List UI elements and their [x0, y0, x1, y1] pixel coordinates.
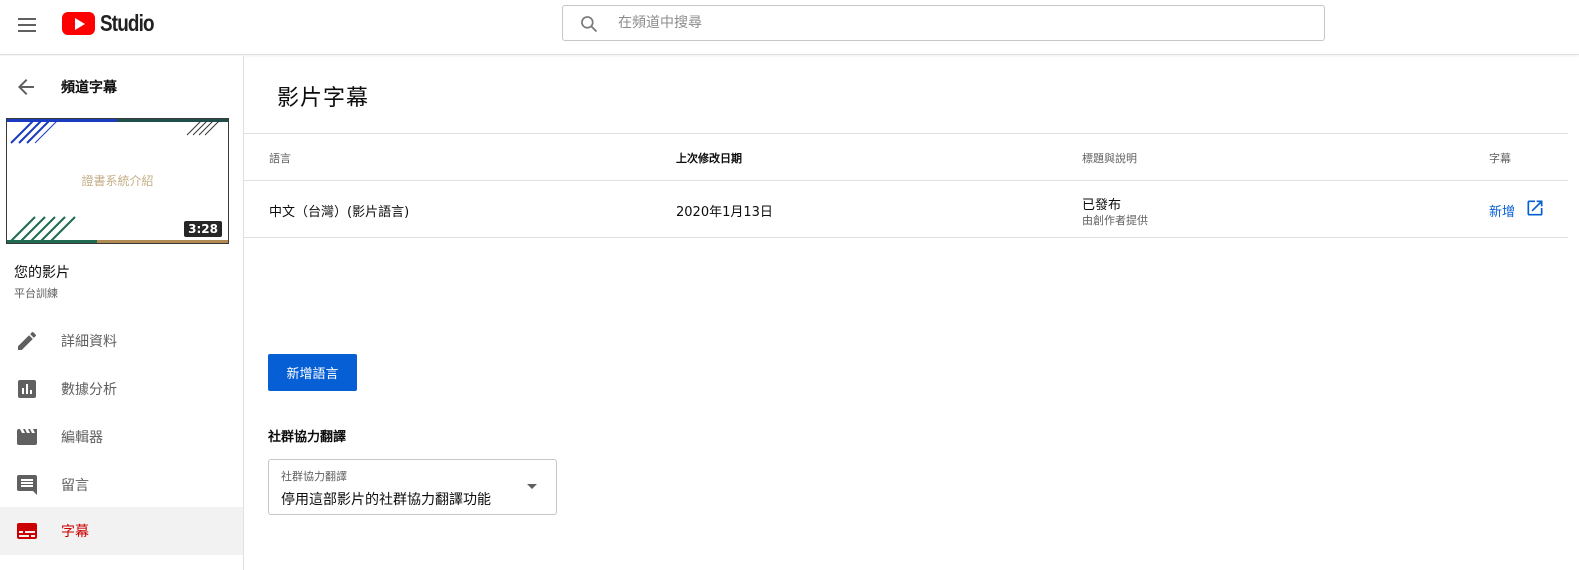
open-in-new-icon[interactable]: [1525, 198, 1545, 218]
channel-name: 平台訓練: [14, 287, 58, 300]
row-status-sub: 由創作者提供: [1082, 214, 1148, 227]
select-label: 社群協力翻譯: [281, 470, 347, 483]
table-row: 中文（台灣）(影片語言) 2020年1月13日 已發布 由創作者提供 新增: [244, 181, 1568, 238]
community-translation-select[interactable]: 社群協力翻譯 停用這部影片的社群協力翻譯功能: [268, 459, 557, 515]
chevron-down-icon: [527, 484, 537, 489]
add-subtitle-link[interactable]: 新增: [1489, 201, 1515, 220]
sidebar-item-label: 編輯器: [61, 430, 103, 446]
sidebar-item-comments[interactable]: 留言: [0, 461, 243, 509]
add-language-button[interactable]: 新增語言: [268, 354, 357, 391]
sidebar-item-subtitles[interactable]: 字幕: [0, 507, 243, 555]
column-header-language: 語言: [269, 152, 291, 165]
brand-label: Studio: [100, 9, 155, 36]
youtube-play-icon: [62, 11, 95, 35]
sidebar-item-analytics[interactable]: 數據分析: [0, 365, 243, 413]
pencil-icon: [18, 331, 36, 350]
sidebar-item-details[interactable]: 詳細資料: [0, 317, 243, 365]
row-status: 已發布: [1082, 198, 1122, 213]
studio-logo[interactable]: Studio: [62, 9, 166, 36]
sidebar-item-label: 留言: [61, 478, 89, 494]
comment-icon: [17, 475, 37, 495]
search-bar: [562, 5, 1325, 41]
table-header-row: 語言 上次修改日期 標題與說明 字幕: [244, 133, 1568, 181]
subtitles-icon: [17, 523, 37, 539]
thumbnail-title: 證書系統介紹: [81, 174, 154, 188]
row-modified-date: 2020年1月13日: [676, 205, 773, 220]
your-video-label: 您的影片: [14, 265, 70, 281]
search-input[interactable]: [618, 10, 1298, 36]
row-language: 中文（台灣）(影片語言): [269, 205, 410, 220]
back-row: 頻道字幕: [0, 68, 243, 106]
sidebar-item-label: 數據分析: [61, 382, 117, 398]
select-value: 停用這部影片的社群協力翻譯功能: [281, 492, 491, 508]
video-duration: 3:28: [184, 221, 222, 237]
video-thumbnail[interactable]: 證書系統介紹 3:28: [6, 118, 229, 244]
film-icon: [17, 429, 37, 445]
analytics-icon: [18, 380, 36, 398]
back-arrow-icon[interactable]: [14, 75, 38, 99]
column-header-modified[interactable]: 上次修改日期: [676, 150, 742, 166]
community-translation-heading: 社群協力翻譯: [268, 430, 347, 445]
search-icon[interactable]: [579, 14, 599, 34]
sidebar: 頻道字幕 證書系統介紹 3:28 您的影片 平台訓練 詳細資料 數據分析 編輯器…: [0, 56, 244, 570]
page-title: 影片字幕: [277, 86, 370, 111]
column-header-title-desc: 標題與說明: [1082, 152, 1137, 165]
sidebar-item-label: 詳細資料: [61, 334, 117, 350]
column-header-subtitles: 字幕: [1489, 152, 1511, 165]
menu-icon[interactable]: [15, 13, 39, 37]
sidebar-title: 頻道字幕: [61, 80, 117, 96]
sidebar-item-editor[interactable]: 編輯器: [0, 413, 243, 461]
top-bar: Studio: [0, 0, 1579, 55]
sidebar-item-label: 字幕: [61, 524, 89, 540]
